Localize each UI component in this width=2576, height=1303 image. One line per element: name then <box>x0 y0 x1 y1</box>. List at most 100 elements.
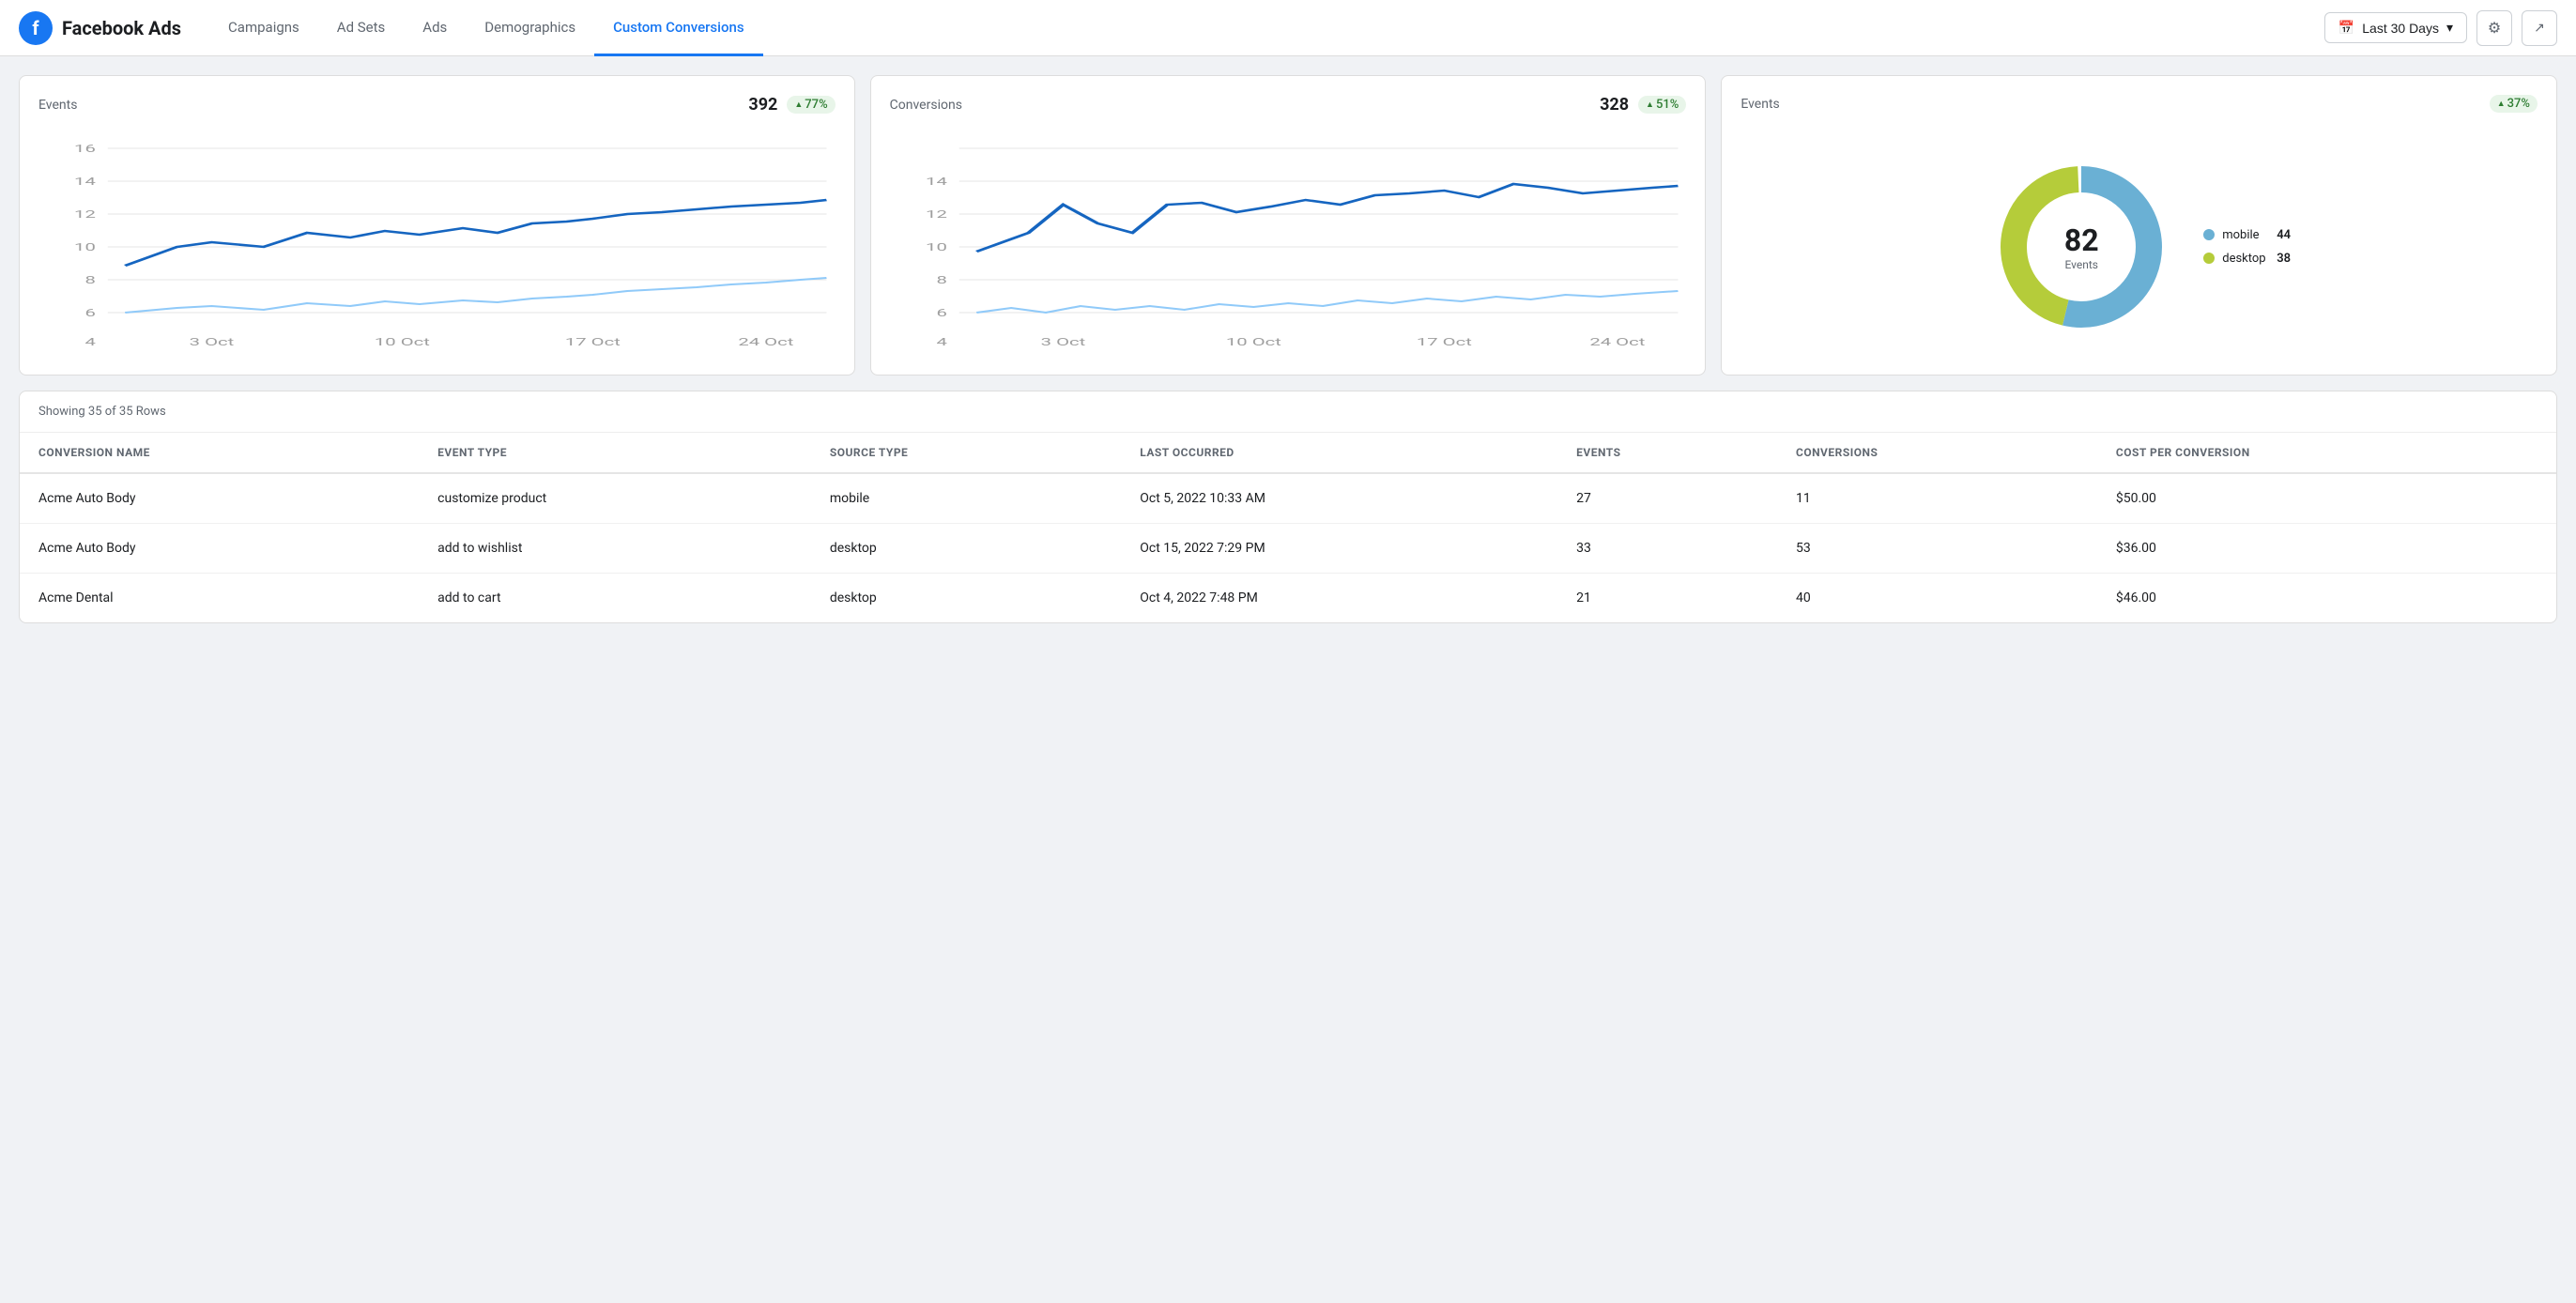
svg-text:4: 4 <box>936 336 946 348</box>
mobile-value: 44 <box>2277 228 2291 242</box>
cell-conversions-1: 53 <box>1777 524 2097 574</box>
cell-cost-2: $46.00 <box>2097 574 2556 623</box>
table-info: Showing 35 of 35 Rows <box>20 391 2556 433</box>
svg-text:10: 10 <box>926 241 947 253</box>
conversions-table: CONVERSION NAME EVENT TYPE SOURCE TYPE L… <box>20 433 2556 622</box>
cell-events-0: 27 <box>1557 473 1777 524</box>
cell-last-occurred-0: Oct 5, 2022 10:33 AM <box>1121 473 1557 524</box>
conversions-card-meta: 328 51% <box>1600 95 1686 115</box>
col-cost-per-conversion: COST PER CONVERSION <box>2097 433 2556 473</box>
col-source-type: SOURCE TYPE <box>811 433 1121 473</box>
cell-event-type-0: customize product <box>419 473 811 524</box>
cell-events-2: 21 <box>1557 574 1777 623</box>
date-range-label: Last 30 Days <box>2362 21 2439 36</box>
donut-card-title: Events <box>1740 97 1779 112</box>
svg-text:10 Oct: 10 Oct <box>1226 336 1281 348</box>
share-button[interactable]: ↗ <box>2522 10 2557 46</box>
svg-text:17 Oct: 17 Oct <box>1417 336 1472 348</box>
facebook-icon: f <box>19 11 53 45</box>
svg-text:24 Oct: 24 Oct <box>1589 336 1645 348</box>
cell-name-0: Acme Auto Body <box>20 473 419 524</box>
app-title: Facebook Ads <box>62 17 181 39</box>
col-conversions: CONVERSIONS <box>1777 433 2097 473</box>
table-row: Acme Auto Body customize product mobile … <box>20 473 2556 524</box>
svg-text:6: 6 <box>84 307 95 319</box>
svg-text:17 Oct: 17 Oct <box>565 336 621 348</box>
tab-ads[interactable]: Ads <box>404 1 466 56</box>
conversions-line-card: Conversions 328 51% 14 12 <box>870 75 1707 376</box>
svg-text:10 Oct: 10 Oct <box>375 336 430 348</box>
svg-text:24 Oct: 24 Oct <box>738 336 793 348</box>
col-events: EVENTS <box>1557 433 1777 473</box>
col-event-type: EVENT TYPE <box>419 433 811 473</box>
events-card-title: Events <box>38 98 77 113</box>
svg-text:12: 12 <box>926 208 947 221</box>
conversions-card-header: Conversions 328 51% <box>890 95 1687 115</box>
cell-conversions-2: 40 <box>1777 574 2097 623</box>
filter-icon: ⚙ <box>2488 19 2501 38</box>
donut-value: 82 <box>2064 222 2099 258</box>
table-row: Acme Dental add to cart desktop Oct 4, 2… <box>20 574 2556 623</box>
events-line-card: Events 392 77% 16 14 <box>19 75 855 376</box>
tab-custom-conversions[interactable]: Custom Conversions <box>594 1 762 56</box>
tab-adsets[interactable]: Ad Sets <box>318 1 404 56</box>
header-actions: 📅 Last 30 Days ▾ ⚙ ↗ <box>2324 10 2557 46</box>
svg-text:6: 6 <box>936 307 946 319</box>
donut-wrapper: 82 Events <box>1987 153 2175 341</box>
cell-source-type-1: desktop <box>811 524 1121 574</box>
svg-text:14: 14 <box>926 176 947 188</box>
legend-item-mobile: mobile 44 <box>2203 228 2291 242</box>
desktop-value: 38 <box>2277 252 2291 266</box>
cell-cost-1: $36.00 <box>2097 524 2556 574</box>
tab-demographics[interactable]: Demographics <box>466 1 594 56</box>
table-body: Acme Auto Body customize product mobile … <box>20 473 2556 622</box>
legend-item-desktop: desktop 38 <box>2203 252 2291 266</box>
table-header: CONVERSION NAME EVENT TYPE SOURCE TYPE L… <box>20 433 2556 473</box>
svg-text:8: 8 <box>84 274 95 286</box>
svg-text:12: 12 <box>74 208 96 221</box>
mobile-label: mobile <box>2222 228 2269 242</box>
filter-button[interactable]: ⚙ <box>2476 10 2512 46</box>
cell-event-type-1: add to wishlist <box>419 524 811 574</box>
conversions-card-value: 328 <box>1600 95 1629 115</box>
events-card-value: 392 <box>748 95 777 115</box>
svg-text:10: 10 <box>74 241 96 253</box>
cell-source-type-0: mobile <box>811 473 1121 524</box>
desktop-dot <box>2203 253 2215 264</box>
donut-content: 82 Events mobile 44 desktop 38 <box>1740 128 2538 356</box>
share-icon: ↗ <box>2534 20 2545 36</box>
main-content: Events 392 77% 16 14 <box>0 56 2576 642</box>
cell-source-type-2: desktop <box>811 574 1121 623</box>
tab-campaigns[interactable]: Campaigns <box>209 1 318 56</box>
conversions-line-chart: 14 12 10 8 6 4 3 Oct 10 Oct 17 Oct 24 Oc… <box>890 130 1687 355</box>
nav-tabs: Campaigns Ad Sets Ads Demographics Custo… <box>209 0 2324 55</box>
cell-conversions-0: 11 <box>1777 473 2097 524</box>
cell-last-occurred-2: Oct 4, 2022 7:48 PM <box>1121 574 1557 623</box>
header: f Facebook Ads Campaigns Ad Sets Ads Dem… <box>0 0 2576 56</box>
events-line-chart: 16 14 12 10 8 6 4 3 Oct 10 Oct 17 Oct 24… <box>38 130 836 355</box>
date-range-button[interactable]: 📅 Last 30 Days ▾ <box>2324 12 2467 43</box>
cell-last-occurred-1: Oct 15, 2022 7:29 PM <box>1121 524 1557 574</box>
donut-center: 82 Events <box>2064 222 2099 271</box>
svg-text:3 Oct: 3 Oct <box>1040 336 1085 348</box>
table-row: Acme Auto Body add to wishlist desktop O… <box>20 524 2556 574</box>
donut-badge: 37% <box>2490 95 2538 113</box>
cell-cost-0: $50.00 <box>2097 473 2556 524</box>
donut-center-label: Events <box>2064 258 2098 271</box>
svg-text:8: 8 <box>936 274 946 286</box>
events-badge: 77% <box>787 96 835 114</box>
conversions-badge: 51% <box>1638 96 1686 114</box>
donut-legend: mobile 44 desktop 38 <box>2203 228 2291 266</box>
chevron-down-icon: ▾ <box>2446 20 2453 36</box>
table-section: Showing 35 of 35 Rows CONVERSION NAME EV… <box>19 391 2557 623</box>
donut-card-header: Events 37% <box>1740 95 2538 113</box>
cell-events-1: 33 <box>1557 524 1777 574</box>
conversions-card-title: Conversions <box>890 98 962 113</box>
mobile-dot <box>2203 229 2215 240</box>
cell-name-2: Acme Dental <box>20 574 419 623</box>
table-header-row: CONVERSION NAME EVENT TYPE SOURCE TYPE L… <box>20 433 2556 473</box>
events-donut-card: Events 37% 82 Events <box>1721 75 2557 376</box>
events-card-meta: 392 77% <box>748 95 835 115</box>
calendar-icon: 📅 <box>2338 20 2354 36</box>
col-last-occurred: LAST OCCURRED <box>1121 433 1557 473</box>
